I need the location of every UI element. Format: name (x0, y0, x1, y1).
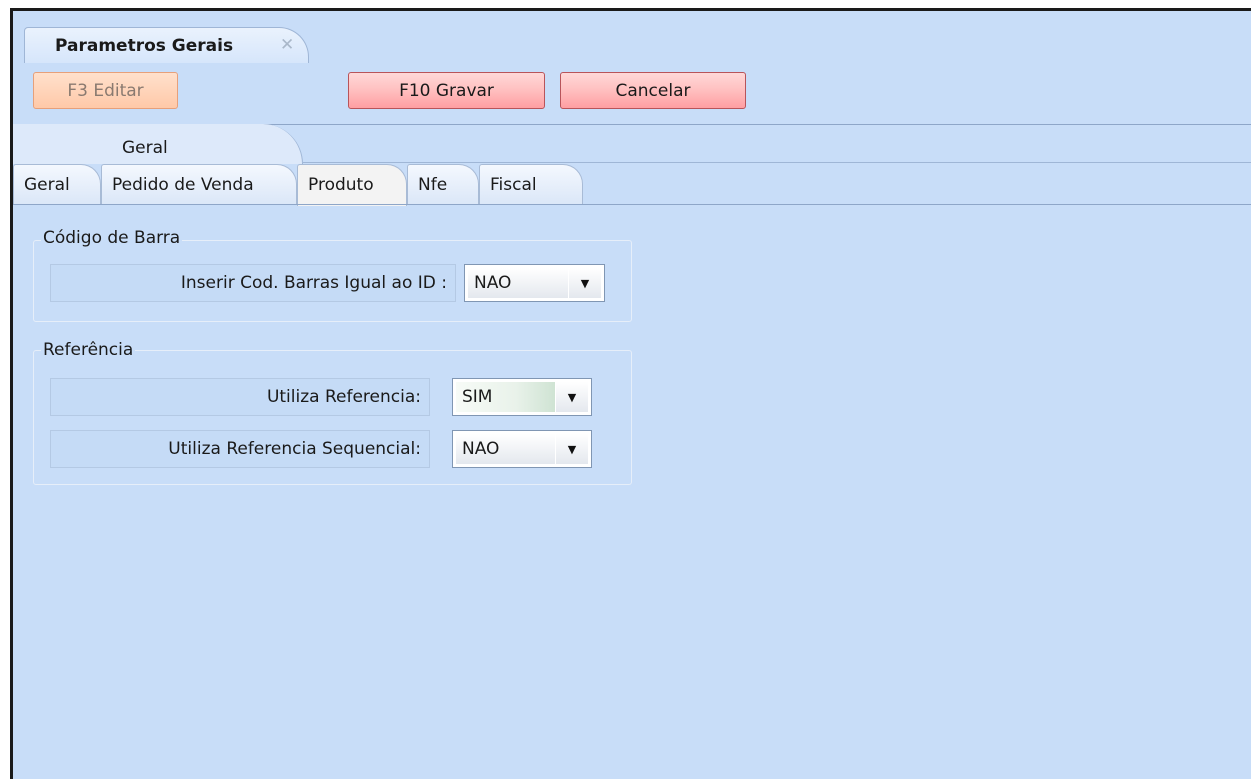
uses-reference-select[interactable]: SIM ▼ (452, 378, 592, 416)
sequential-reference-value: NAO (456, 434, 555, 464)
subtab-pedido-de-venda[interactable]: Pedido de Venda (101, 164, 297, 204)
save-button[interactable]: F10 Gravar (348, 72, 545, 109)
document-tab-title: Parametros Gerais (55, 36, 234, 56)
reference-group-title: Referência (41, 340, 136, 360)
subtab-divider (13, 204, 1251, 205)
sequential-reference-label: Utiliza Referencia Sequencial: (50, 430, 430, 468)
uses-reference-value: SIM (456, 382, 555, 412)
chevron-down-icon[interactable]: ▼ (556, 382, 588, 412)
subtab-fiscal[interactable]: Fiscal (479, 164, 583, 204)
edit-button[interactable]: F3 Editar (33, 72, 178, 109)
barcode-id-value: NAO (468, 268, 568, 298)
chevron-down-icon[interactable]: ▼ (569, 268, 601, 298)
uses-reference-label: Utiliza Referencia: (50, 378, 430, 416)
subtab-produto[interactable]: Produto (297, 164, 407, 206)
page-tab-divider (303, 162, 1251, 163)
tab-geral-page-label: Geral (122, 138, 168, 158)
barcode-id-label: Inserir Cod. Barras Igual ao ID : (50, 264, 456, 302)
barcode-id-select[interactable]: NAO ▼ (464, 264, 605, 302)
close-icon[interactable]: ✕ (280, 35, 294, 55)
subtab-nfe[interactable]: Nfe (407, 164, 479, 204)
subtab-geral[interactable]: Geral (13, 164, 101, 204)
sequential-reference-select[interactable]: NAO ▼ (452, 430, 592, 468)
chevron-down-icon[interactable]: ▼ (556, 434, 588, 464)
barcode-group-title: Código de Barra (41, 228, 183, 248)
cancel-button[interactable]: Cancelar (560, 72, 746, 109)
